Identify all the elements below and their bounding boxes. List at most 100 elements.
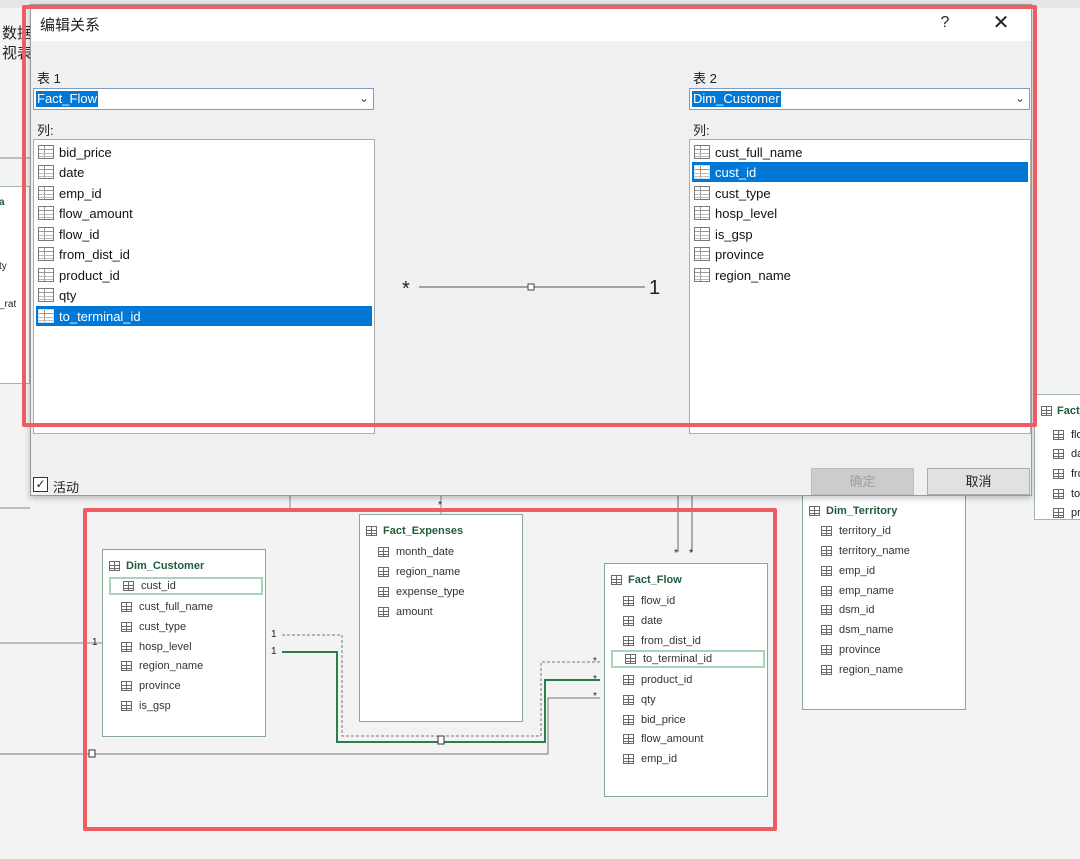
table-title: Dim_Customer <box>109 557 204 575</box>
field-row[interactable]: flow_id <box>623 592 675 610</box>
field-label: emp_id <box>839 565 876 577</box>
table2-select[interactable]: Dim_Customer ⌄ <box>689 88 1030 110</box>
cardinality-many-label: * <box>674 548 678 559</box>
help-icon[interactable]: ? <box>933 11 957 35</box>
field-row[interactable]: emp_name <box>821 582 894 600</box>
list-item-selected[interactable]: to_terminal_id <box>36 306 372 326</box>
field-icon <box>821 526 832 536</box>
table2-select-value: Dim_Customer <box>692 91 781 107</box>
table-fact-flow[interactable]: Fact_Flow flow_id date from_dist_id to_t… <box>604 563 768 797</box>
field-row[interactable]: province <box>821 641 881 659</box>
field-row[interactable]: date <box>623 612 662 630</box>
table-icon <box>366 526 377 536</box>
field-row[interactable]: emp_id <box>821 562 875 580</box>
list-item-label: flow_amount <box>59 205 133 221</box>
list-item[interactable]: cust_full_name <box>692 142 1028 162</box>
field-row[interactable]: cust_type <box>121 618 186 636</box>
field-row[interactable]: territory_name <box>821 542 910 560</box>
table-dim-territory[interactable]: Dim_Territory territory_id territory_nam… <box>802 494 966 710</box>
field-label: province <box>139 680 181 692</box>
field-icon <box>121 642 132 652</box>
field-row[interactable]: qty <box>623 691 656 709</box>
field-icon <box>821 645 832 655</box>
cardinality-many-label: * <box>438 500 442 511</box>
field-row[interactable]: dsm_name <box>821 621 893 639</box>
list-item[interactable]: province <box>692 244 1028 264</box>
field-cust-id-highlighted[interactable]: cust_id <box>109 577 263 595</box>
field-label: territory_id <box>839 525 891 537</box>
field-row[interactable]: region_name <box>378 563 460 581</box>
field-row[interactable]: bid_price <box>623 711 686 729</box>
list-item-selected[interactable]: cust_id <box>692 162 1028 182</box>
field-row[interactable]: region_name <box>121 657 203 675</box>
close-icon[interactable]: ✕ <box>988 11 1014 35</box>
field-row[interactable]: dsm_id <box>821 601 874 619</box>
field-label: date <box>641 615 663 627</box>
field-label: region_name <box>839 664 904 676</box>
field-icon <box>821 586 832 596</box>
column-icon <box>694 227 710 241</box>
list-item[interactable]: flow_id <box>36 224 372 244</box>
list-item[interactable]: qty <box>36 285 372 305</box>
list-item-label: qty <box>59 287 77 303</box>
field-row[interactable]: territory_id <box>821 522 891 540</box>
column-icon <box>38 186 54 200</box>
list-item[interactable]: is_gsp <box>692 224 1028 244</box>
dialog-titlebar[interactable]: 编辑关系 ? ✕ <box>31 5 1031 41</box>
field-icon <box>623 596 634 606</box>
field-label: from_dist_id <box>641 635 701 647</box>
field-icon <box>821 605 832 615</box>
columns2-label: 列: <box>693 123 710 138</box>
field-row[interactable]: amount <box>378 603 433 621</box>
list-item[interactable]: cust_type <box>692 183 1028 203</box>
table-title: Fact_Expenses <box>366 522 463 540</box>
field-icon <box>623 695 634 705</box>
field-row[interactable]: cust_full_name <box>121 598 213 616</box>
field-row[interactable]: province <box>121 677 181 695</box>
field-row[interactable]: product_id <box>623 671 692 689</box>
field-row[interactable]: from_dist_id <box>623 632 701 650</box>
field-label: region_name <box>396 566 461 578</box>
field-row[interactable]: expense_type <box>378 583 465 601</box>
field-row[interactable]: flow_amount <box>623 730 703 748</box>
list-item-label: cust_full_name <box>715 144 803 160</box>
field-to-terminal-id-highlighted[interactable]: to_terminal_id <box>611 650 765 668</box>
table-fact-expenses[interactable]: Fact_Expenses month_date region_name exp… <box>359 514 523 722</box>
list-item[interactable]: from_dist_id <box>36 244 372 264</box>
field-icon <box>121 701 132 711</box>
list-item[interactable]: date <box>36 162 372 182</box>
ok-button[interactable]: 确定 <box>811 468 914 495</box>
list-item[interactable]: region_name <box>692 265 1028 285</box>
field-icon <box>378 547 389 557</box>
field-row[interactable]: region_name <box>821 661 903 679</box>
table1-columns-list[interactable]: bid_price date emp_id flow_amount flow_i… <box>33 139 375 434</box>
cardinality-many-label: * <box>593 674 597 685</box>
field-icon <box>378 567 389 577</box>
field-label: product_id <box>641 674 693 686</box>
table2-columns-list[interactable]: cust_full_name cust_id cust_type hosp_le… <box>689 139 1031 434</box>
table-dim-customer[interactable]: Dim_Customer cust_id cust_full_name cust… <box>102 549 266 737</box>
list-item[interactable]: hosp_level <box>692 203 1028 223</box>
field-icon <box>623 675 634 685</box>
field-row[interactable]: emp_id <box>623 750 677 768</box>
field-icon <box>623 636 634 646</box>
active-checkbox[interactable]: ✓ <box>33 477 48 492</box>
column-icon <box>38 288 54 302</box>
list-item[interactable]: bid_price <box>36 142 372 162</box>
list-item[interactable]: flow_amount <box>36 203 372 223</box>
field-icon <box>121 602 132 612</box>
cancel-button[interactable]: 取消 <box>927 468 1030 495</box>
table1-select-value: Fact_Flow <box>36 91 98 107</box>
table-title-text: Dim_Customer <box>126 560 205 572</box>
list-item[interactable]: emp_id <box>36 183 372 203</box>
list-item[interactable]: product_id <box>36 265 372 285</box>
list-item-label: province <box>715 246 765 262</box>
field-row[interactable]: hosp_level <box>121 638 192 656</box>
relation-connector <box>419 283 645 291</box>
column-icon <box>38 309 54 323</box>
table-icon <box>809 506 820 516</box>
field-label: territory_name <box>839 545 910 557</box>
table1-select[interactable]: Fact_Flow ⌄ <box>33 88 374 110</box>
field-row[interactable]: is_gsp <box>121 697 171 715</box>
field-row[interactable]: month_date <box>378 543 454 561</box>
